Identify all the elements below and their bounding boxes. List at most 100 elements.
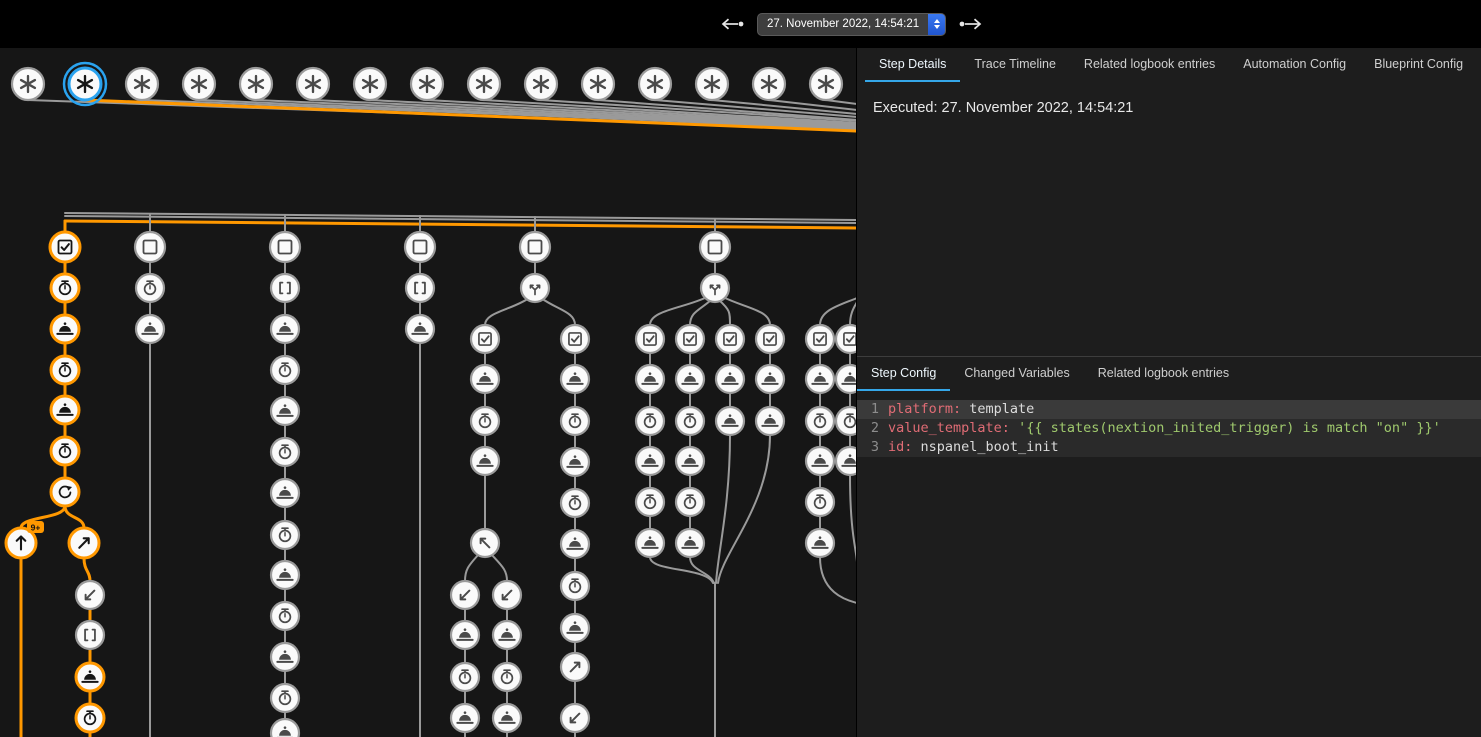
graph-node-asterisk[interactable] [354,68,386,100]
graph-node-dome[interactable] [76,663,104,691]
graph-node-dome[interactable] [806,365,834,393]
graph-node-timer[interactable] [451,663,479,691]
graph-node-dome[interactable] [561,365,589,393]
tab-changed-variables[interactable]: Changed Variables [950,357,1083,391]
graph-node-timer[interactable] [271,521,299,549]
graph-node-dome[interactable] [836,447,856,475]
graph-node-timer[interactable] [271,356,299,384]
graph-node-dome[interactable] [271,315,299,343]
graph-node-checkbox-marked[interactable] [561,325,589,353]
graph-node-dome[interactable] [493,704,521,732]
graph-node-dome[interactable] [636,529,664,557]
graph-node-brackets[interactable] [76,621,104,649]
graph-node-arrow-top-right[interactable] [69,528,99,558]
graph-node-arrow-bottom-left[interactable] [561,704,589,732]
graph-node-checkbox-blank[interactable] [520,232,550,262]
graph-node-dome[interactable] [676,529,704,557]
graph-node-dome[interactable] [271,643,299,671]
graph-node-timer[interactable] [51,437,79,465]
graph-node-timer[interactable] [471,407,499,435]
graph-node-arrow-top-right[interactable] [561,653,589,681]
graph-node-dome[interactable] [471,365,499,393]
graph-node-dome[interactable] [493,621,521,649]
graph-node-arrow-bottom-left[interactable] [451,581,479,609]
graph-node-timer[interactable] [76,704,104,732]
graph-node-timer[interactable] [271,684,299,712]
graph-node-timer[interactable] [806,488,834,516]
graph-node-checkbox-marked[interactable] [636,325,664,353]
graph-node-asterisk[interactable] [639,68,671,100]
graph-node-timer[interactable] [561,489,589,517]
graph-node-checkbox-marked[interactable] [471,325,499,353]
graph-node-asterisk[interactable] [64,63,106,105]
graph-node-brackets[interactable] [406,274,434,302]
tab-trace-timeline[interactable]: Trace Timeline [960,48,1070,82]
graph-node-timer[interactable] [676,488,704,516]
tab-related-logbook-entries[interactable]: Related logbook entries [1084,357,1243,391]
graph-node-dome[interactable] [271,479,299,507]
graph-node-dome[interactable] [136,315,164,343]
graph-node-dome[interactable] [636,365,664,393]
tab-step-details[interactable]: Step Details [865,48,960,82]
code-line[interactable]: 3id: nspanel_boot_init [857,438,1481,457]
graph-node-timer[interactable] [836,407,856,435]
graph-node-checkbox-marked[interactable] [756,325,784,353]
graph-node-timer[interactable] [676,407,704,435]
graph-node-checkbox-marked[interactable] [806,325,834,353]
graph-node-asterisk[interactable] [582,68,614,100]
graph-node-arrow-bottom-left[interactable] [76,581,104,609]
graph-node-checkbox-blank[interactable] [135,232,165,262]
graph-node-dome[interactable] [561,530,589,558]
graph-node-dome[interactable] [51,396,79,424]
graph-node-asterisk[interactable] [468,68,500,100]
graph-node-call-split[interactable] [701,274,729,302]
graph-node-dome[interactable] [716,365,744,393]
graph-node-timer[interactable] [51,274,79,302]
graph-node-checkbox-marked[interactable] [676,325,704,353]
graph-node-checkbox-marked[interactable] [836,325,856,353]
tab-step-config[interactable]: Step Config [857,357,950,391]
code-line[interactable]: 2value_template: '{{ states(nextion_init… [857,419,1481,438]
graph-node-arrow-bottom-left[interactable] [493,581,521,609]
graph-node-checkbox-marked[interactable] [50,232,80,262]
graph-node-dome[interactable] [756,365,784,393]
graph-node-arrow-top-left[interactable] [471,529,499,557]
graph-node-timer[interactable] [806,407,834,435]
graph-node-dome[interactable] [716,407,744,435]
graph-node-asterisk[interactable] [411,68,443,100]
graph-node-timer[interactable] [561,407,589,435]
graph-node-dome[interactable] [271,561,299,589]
previous-trace-button[interactable] [718,15,746,33]
graph-node-checkbox-blank[interactable] [405,232,435,262]
graph-node-brackets[interactable] [271,274,299,302]
graph-node-asterisk[interactable] [696,68,728,100]
tab-blueprint-config[interactable]: Blueprint Config [1360,48,1477,82]
graph-node-dome[interactable] [836,365,856,393]
graph-node-asterisk[interactable] [240,68,272,100]
graph-node-timer[interactable] [561,572,589,600]
graph-node-dome[interactable] [561,448,589,476]
graph-node-timer[interactable] [51,356,79,384]
graph-node-timer[interactable] [271,602,299,630]
graph-node-timer[interactable] [136,274,164,302]
graph-node-dome[interactable] [471,447,499,475]
graph-node-repeat[interactable] [51,478,79,506]
graph-node-timer[interactable] [636,488,664,516]
graph-node-checkbox-blank[interactable] [700,232,730,262]
graph-node-asterisk[interactable] [753,68,785,100]
select-stepper-icon[interactable] [928,14,945,35]
graph-node-timer[interactable] [493,663,521,691]
next-trace-button[interactable] [957,15,985,33]
graph-node-dome[interactable] [806,447,834,475]
graph-node-dome[interactable] [806,529,834,557]
trace-timestamp-select[interactable]: 27. November 2022, 14:54:21 [757,13,946,36]
graph-node-call-split[interactable] [521,274,549,302]
graph-node-checkbox-marked[interactable] [716,325,744,353]
graph-node-asterisk[interactable] [12,68,44,100]
graph-node-arrow-up[interactable]: 9+ [6,521,44,558]
graph-node-timer[interactable] [271,438,299,466]
graph-node-dome[interactable] [561,614,589,642]
graph-node-timer[interactable] [636,407,664,435]
graph-node-asterisk[interactable] [525,68,557,100]
graph-node-dome[interactable] [271,719,299,737]
